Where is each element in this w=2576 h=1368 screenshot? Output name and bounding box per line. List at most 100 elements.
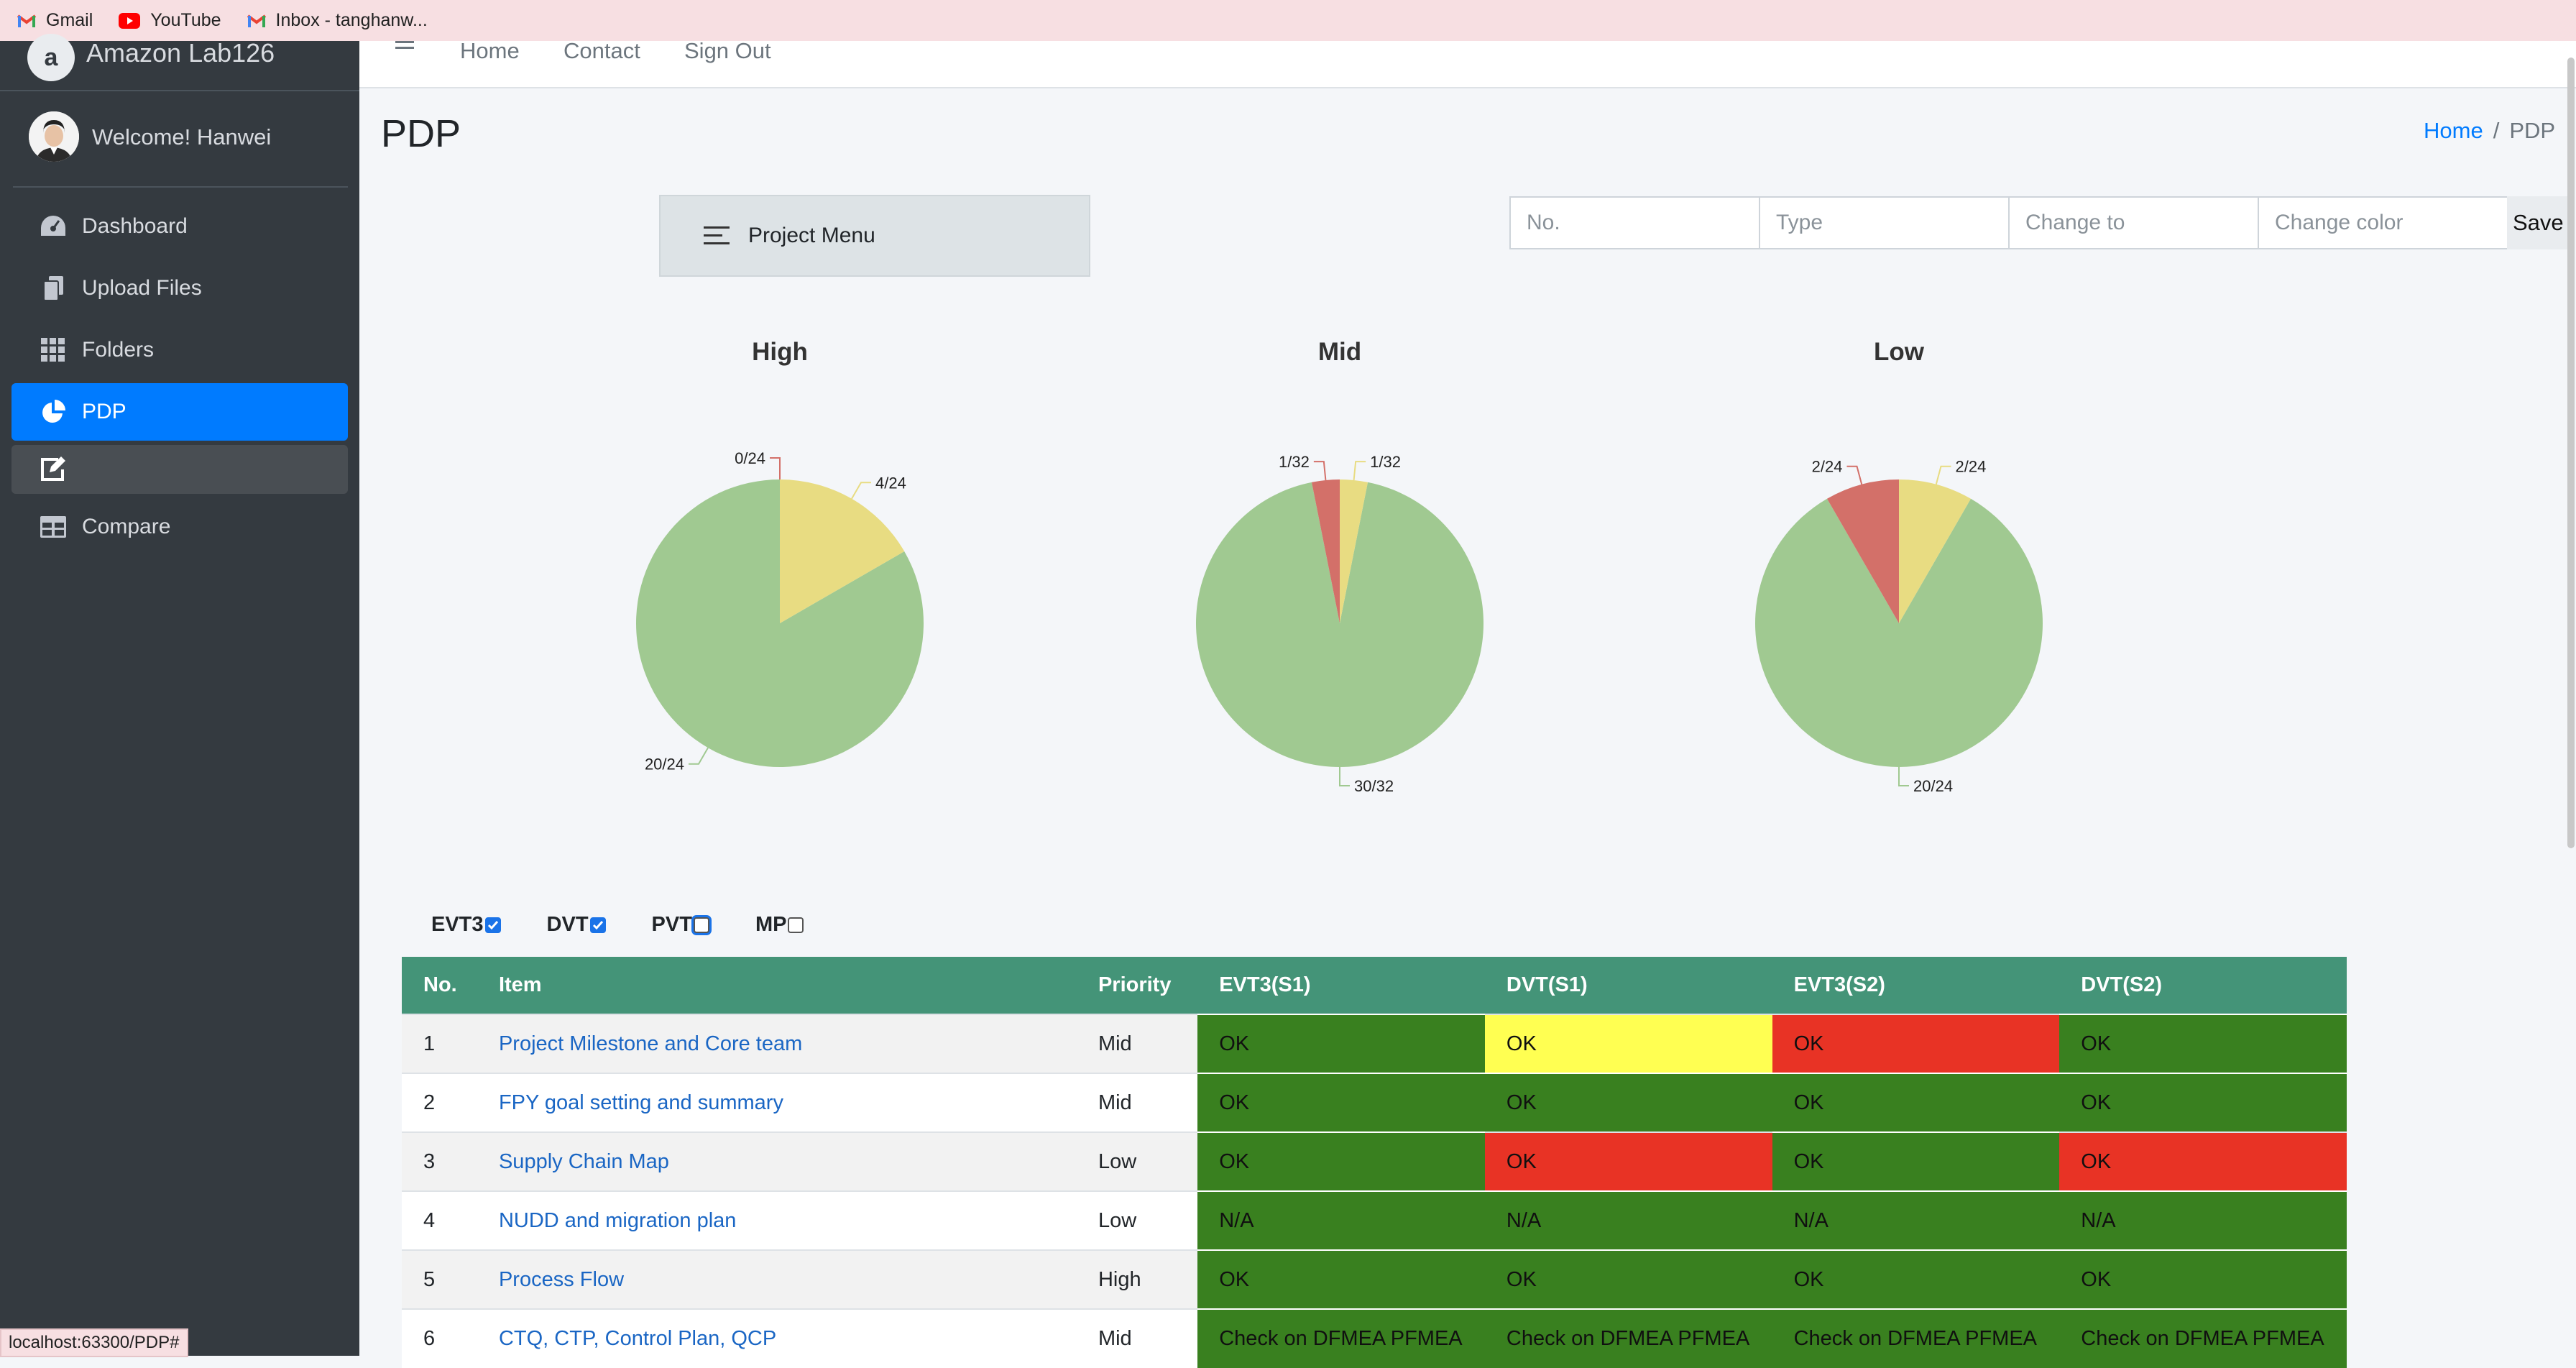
- gmail-icon: [17, 14, 36, 28]
- item-link[interactable]: Process Flow: [477, 1249, 1098, 1309]
- pvt-checkbox[interactable]: [693, 917, 709, 933]
- stage-label: EVT3: [431, 913, 484, 936]
- item-link[interactable]: CTQ, CTP, Control Plan, QCP: [477, 1308, 1098, 1368]
- dvt-checkbox[interactable]: [589, 917, 606, 933]
- status-cell[interactable]: N/A: [1197, 1190, 1485, 1250]
- pie-label-leader: [1353, 461, 1366, 481]
- stage-evt3[interactable]: EVT3: [431, 913, 501, 937]
- welcome-text: Welcome! Hanwei: [92, 124, 272, 150]
- bookmark-gmail[interactable]: Gmail: [17, 10, 93, 31]
- pie-label-leader: [1935, 465, 1951, 485]
- change-to-input[interactable]: [2008, 196, 2259, 249]
- nav-link-contact[interactable]: Contact: [564, 38, 640, 64]
- priority-cell: Low: [1098, 1190, 1198, 1250]
- item-link[interactable]: FPY goal setting and summary: [477, 1073, 1098, 1132]
- status-cell[interactable]: OK: [1772, 1249, 2060, 1309]
- bookmark-youtube[interactable]: YouTube: [119, 10, 221, 31]
- user-panel: Welcome! Hanwei: [13, 107, 348, 188]
- bookmark-inbox[interactable]: Inbox - tanghanw...: [247, 10, 428, 31]
- status-cell[interactable]: N/A: [1772, 1190, 2060, 1250]
- table-row: 3 Supply Chain Map Low OK OK OK OK: [402, 1131, 2347, 1191]
- scrollbar[interactable]: [2567, 58, 2575, 848]
- status-cell[interactable]: OK: [1772, 1131, 2060, 1191]
- status-cell[interactable]: OK: [1772, 1014, 2060, 1073]
- item-link[interactable]: Supply Chain Map: [477, 1131, 1098, 1191]
- row-number: 2: [402, 1073, 477, 1132]
- table-row: 1 Project Milestone and Core team Mid OK OK O…: [402, 1014, 2347, 1073]
- nav-link-sign-out[interactable]: Sign Out: [684, 38, 771, 64]
- stage-pvt[interactable]: PVT: [652, 913, 709, 937]
- sidebar-item-compare[interactable]: Compare: [12, 498, 348, 556]
- status-cell[interactable]: OK: [2059, 1249, 2347, 1309]
- brand-link[interactable]: a Amazon Lab126: [0, 34, 359, 91]
- priority-cell: High: [1098, 1249, 1198, 1309]
- project-menu-button[interactable]: Project Menu: [659, 195, 1090, 277]
- row-number: 3: [402, 1131, 477, 1191]
- status-cell[interactable]: OK: [1772, 1073, 2060, 1132]
- hamburger-menu-icon[interactable]: [395, 41, 414, 59]
- status-cell[interactable]: OK: [1197, 1249, 1485, 1309]
- priority-cell: Mid: [1098, 1308, 1198, 1368]
- status-cell[interactable]: OK: [1197, 1073, 1485, 1132]
- table-row: 2 FPY goal setting and summary Mid OK OK OK OK: [402, 1073, 2347, 1132]
- status-cell[interactable]: N/A: [2059, 1190, 2347, 1250]
- status-cell[interactable]: N/A: [1484, 1190, 1772, 1250]
- status-cell[interactable]: Check on DFMEA PFMEA: [1484, 1308, 1772, 1368]
- change-color-input[interactable]: [2258, 196, 2508, 249]
- status-cell[interactable]: OK: [1484, 1249, 1772, 1309]
- status-cell[interactable]: OK: [1197, 1131, 1485, 1191]
- row-number: 1: [402, 1014, 477, 1073]
- sidebar-item-edit[interactable]: [12, 445, 348, 494]
- table-row: 6 CTQ, CTP, Control Plan, QCP Mid Check on …: [402, 1308, 2347, 1368]
- pdp-table: No. Item Priority EVT3(S1) DVT(S1) EVT3(…: [402, 957, 2347, 1368]
- pie-label-leader: [689, 747, 709, 765]
- status-cell[interactable]: OK: [1484, 1073, 1772, 1132]
- table-row: 5 Process Flow High OK OK OK OK: [402, 1249, 2347, 1309]
- stage-mp[interactable]: MP: [755, 913, 804, 937]
- status-cell[interactable]: OK: [2059, 1131, 2347, 1191]
- mp-checkbox[interactable]: [788, 917, 804, 933]
- evt3-checkbox[interactable]: [484, 917, 501, 933]
- row-number: 4: [402, 1190, 477, 1250]
- status-cell[interactable]: Check on DFMEA PFMEA: [1197, 1308, 1485, 1368]
- save-button[interactable]: Save: [2507, 196, 2570, 249]
- status-cell[interactable]: OK: [2059, 1014, 2347, 1073]
- item-link[interactable]: NUDD and migration plan: [477, 1190, 1098, 1250]
- number-input[interactable]: [1509, 196, 1760, 249]
- table-icon: [39, 513, 68, 541]
- pie-label-leader: [770, 457, 781, 479]
- sidebar-item-folders[interactable]: Folders: [12, 321, 348, 379]
- pie-label-leader: [1898, 767, 1909, 786]
- nav-link-home[interactable]: Home: [460, 38, 520, 64]
- avatar[interactable]: [29, 111, 79, 162]
- breadcrumb-home[interactable]: Home: [2424, 118, 2483, 143]
- status-cell[interactable]: OK: [1484, 1131, 1772, 1191]
- project-menu-label: Project Menu: [748, 224, 875, 247]
- column-header: DVT(S1): [1484, 957, 1772, 1014]
- status-cell[interactable]: OK: [2059, 1073, 2347, 1132]
- pie-svg: 20/24 4/24 0/24: [636, 449, 924, 773]
- status-cell[interactable]: Check on DFMEA PFMEA: [2059, 1308, 2347, 1368]
- row-number: 6: [402, 1308, 477, 1368]
- status-cell[interactable]: OK: [1484, 1014, 1772, 1073]
- sidebar-item-pdp[interactable]: PDP: [12, 383, 348, 441]
- column-header: EVT3(S2): [1772, 957, 2060, 1014]
- sidebar-item-upload-files[interactable]: Upload Files: [12, 260, 348, 317]
- stage-filter: EVT3 DVT PVT MP: [431, 913, 850, 937]
- pie-chart-low: Low 20/24 2/24 2/24: [1719, 338, 2079, 812]
- pie-label-leader: [1339, 767, 1350, 786]
- sidebar-item-dashboard[interactable]: Dashboard: [12, 198, 348, 255]
- pie-data-label: 0/24: [735, 449, 765, 467]
- type-input[interactable]: [1759, 196, 2010, 249]
- item-link[interactable]: Project Milestone and Core team: [477, 1014, 1098, 1073]
- status-cell[interactable]: OK: [1197, 1014, 1485, 1073]
- files-icon: [39, 274, 68, 303]
- pie-data-label: 20/24: [1913, 777, 1953, 795]
- pie-data-label: 4/24: [875, 474, 906, 492]
- grid-icon: [39, 336, 68, 364]
- stage-dvt[interactable]: DVT: [547, 913, 606, 937]
- row-number: 5: [402, 1249, 477, 1309]
- stage-label: PVT: [651, 913, 692, 936]
- pie-data-label: 1/32: [1279, 453, 1310, 471]
- status-cell[interactable]: Check on DFMEA PFMEA: [1772, 1308, 2060, 1368]
